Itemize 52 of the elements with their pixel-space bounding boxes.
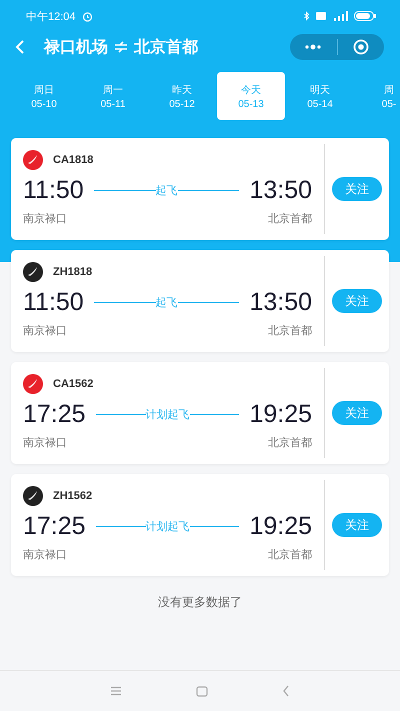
back-icon[interactable]	[282, 685, 290, 697]
arrival-time: 19:25	[249, 512, 312, 541]
date-tab[interactable]: 明天 05-14	[286, 72, 354, 120]
status-time: 中午12:04	[26, 10, 76, 24]
arrival-airport: 北京首都	[268, 212, 312, 226]
date-tab[interactable]: 昨天 05-12	[148, 72, 216, 120]
origin-title: 禄口机场	[44, 37, 108, 58]
follow-button[interactable]: 关注	[332, 289, 382, 313]
flight-card[interactable]: ZH1818 11:50 起飞 13:50 南京禄口 北京首都 关注	[11, 250, 389, 352]
date-tab[interactable]: 周一 05-11	[79, 72, 147, 120]
destination-title: 北京首都	[134, 37, 198, 58]
departure-time: 11:50	[23, 176, 84, 205]
flight-number: CA1562	[53, 378, 94, 390]
menu-icon[interactable]	[110, 686, 122, 696]
target-icon[interactable]	[352, 39, 369, 55]
departure-airport: 南京禄口	[23, 548, 67, 562]
follow-button[interactable]: 关注	[332, 177, 382, 201]
flight-status: 计划起飞	[146, 520, 190, 534]
flight-status: 起飞	[156, 296, 178, 310]
flight-status: 计划起飞	[146, 408, 190, 422]
follow-button[interactable]: 关注	[332, 513, 382, 537]
departure-time: 17:25	[23, 400, 86, 429]
bluetooth-icon	[304, 11, 310, 21]
alarm-icon	[82, 10, 93, 22]
flight-status: 起飞	[156, 184, 178, 198]
more-icon[interactable]	[304, 44, 322, 50]
departure-airport: 南京禄口	[23, 212, 67, 226]
flight-number: CA1818	[53, 154, 94, 166]
arrival-time: 13:50	[249, 288, 312, 317]
departure-time: 17:25	[23, 512, 86, 541]
flight-card[interactable]: CA1818 11:50 起飞 13:50 南京禄口 北京首都 关注	[11, 138, 389, 240]
arrival-time: 19:25	[249, 400, 312, 429]
date-tab[interactable]: 周 05-	[355, 72, 400, 120]
departure-airport: 南京禄口	[23, 436, 67, 450]
flight-number: ZH1818	[53, 266, 92, 278]
departure-time: 11:50	[23, 288, 84, 317]
battery-icon	[354, 11, 376, 21]
flight-card[interactable]: CA1562 17:25 计划起飞 19:25 南京禄口 北京首都 关注	[11, 362, 389, 464]
arrival-airport: 北京首都	[268, 436, 312, 450]
signal-icon	[332, 11, 348, 21]
no-more-data-text: 没有更多数据了	[158, 594, 242, 611]
home-icon[interactable]	[196, 686, 208, 696]
arrival-airport: 北京首都	[268, 548, 312, 562]
date-tab[interactable]: 今天 05-13	[217, 72, 285, 120]
date-tab[interactable]: 周日 05-10	[10, 72, 78, 120]
flight-number: ZH1562	[53, 490, 92, 502]
follow-button[interactable]: 关注	[332, 401, 382, 425]
arrival-time: 13:50	[249, 176, 312, 205]
flight-card[interactable]: ZH1562 17:25 计划起飞 19:25 南京禄口 北京首都 关注	[11, 474, 389, 576]
departure-airport: 南京禄口	[23, 324, 67, 338]
back-icon[interactable]	[14, 39, 26, 55]
arrival-airport: 北京首都	[268, 324, 312, 338]
